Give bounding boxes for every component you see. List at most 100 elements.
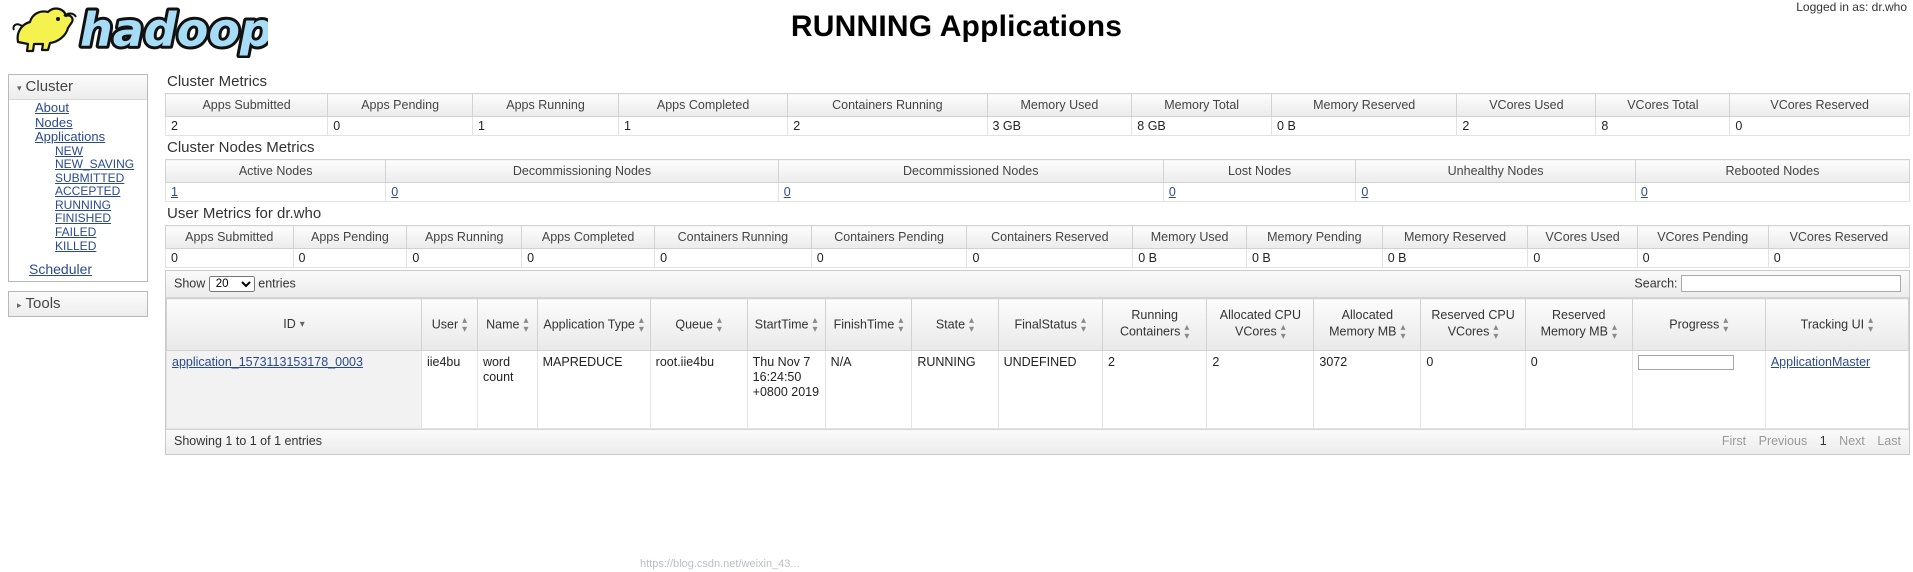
val-unhealthy-nodes-cell: 0 bbox=[1355, 182, 1636, 202]
sidebar-item-running[interactable]: RUNNING bbox=[9, 198, 147, 213]
col-application-type[interactable]: Application Type ▴ ▾ bbox=[536, 298, 651, 351]
val-vcores-used: 2 bbox=[1456, 116, 1597, 136]
user-metrics-table: Apps Submitted Apps Pending Apps Running… bbox=[165, 225, 1911, 268]
col-progress[interactable]: Progress ▴ ▾ bbox=[1631, 298, 1766, 351]
col-queue[interactable]: Queue ▴ ▾ bbox=[649, 298, 748, 351]
cell-id: application_1573113153178_0003 bbox=[166, 350, 422, 429]
col-containers-running: Containers Running bbox=[787, 93, 988, 117]
sidebar-item-about[interactable]: About bbox=[9, 100, 147, 116]
node-metrics-title: Cluster Nodes Metrics bbox=[167, 139, 315, 156]
val-vcores-reserved: 0 bbox=[1729, 116, 1910, 136]
sidebar-item-nodes[interactable]: Nodes bbox=[9, 115, 147, 131]
sort-icon: ▴ ▾ bbox=[638, 314, 644, 335]
col-tracking-ui[interactable]: Tracking UI ▴ ▾ bbox=[1764, 298, 1910, 351]
pagination: First Previous 1 Next Last bbox=[1713, 434, 1901, 448]
entries-info: Showing 1 to 1 of 1 entries bbox=[174, 434, 323, 448]
val-user-vcores-pending: 0 bbox=[1636, 248, 1769, 268]
col-finishtime[interactable]: FinishTime ▴ ▾ bbox=[824, 298, 913, 351]
node-metrics-table: Active Nodes Decommissioning Nodes Decom… bbox=[164, 159, 1911, 202]
col-reserved-memory-mb-label: Reserved Memory MB bbox=[1540, 308, 1608, 339]
val-memory-total: 8 GB bbox=[1131, 116, 1273, 136]
col-allocated-cpu-vcores[interactable]: Allocated CPU VCores ▴ ▾ bbox=[1206, 298, 1315, 351]
table-header-row: Apps Submitted Apps Pending Apps Running… bbox=[165, 225, 1911, 249]
sidebar-item-scheduler[interactable]: Scheduler bbox=[9, 262, 147, 277]
sort-icon: ▴ ▾ bbox=[1184, 322, 1190, 342]
sidebar-item-failed[interactable]: FAILED bbox=[9, 225, 147, 240]
link-lost-nodes[interactable]: 0 bbox=[1169, 185, 1176, 199]
col-starttime[interactable]: StartTime ▴ ▾ bbox=[746, 298, 826, 351]
sidebar-tools-header[interactable]: ▸ Tools bbox=[9, 291, 147, 316]
sidebar-item-killed[interactable]: KILLED bbox=[9, 239, 147, 254]
pagination-next[interactable]: Next bbox=[1839, 434, 1865, 448]
val-user-memory-used: 0 B bbox=[1132, 248, 1247, 268]
chevron-down-icon: ▾ bbox=[17, 83, 22, 93]
sidebar-section-tools: ▸ Tools bbox=[8, 290, 148, 317]
sidebar-item-new-saving[interactable]: NEW_SAVING bbox=[9, 157, 147, 172]
col-apps-submitted: Apps Submitted bbox=[164, 93, 329, 117]
sidebar-item-submitted[interactable]: SUBMITTED bbox=[9, 171, 147, 186]
col-reserved-memory-mb[interactable]: Reserved Memory MB ▴ ▾ bbox=[1524, 298, 1633, 351]
pagination-previous[interactable]: Previous bbox=[1759, 434, 1808, 448]
col-apps-completed: Apps Completed bbox=[618, 93, 789, 117]
col-active-nodes: Active Nodes bbox=[164, 159, 387, 183]
pagination-last[interactable]: Last bbox=[1877, 434, 1901, 448]
entries-label: entries bbox=[258, 276, 296, 291]
link-active-nodes[interactable]: 1 bbox=[171, 185, 178, 199]
col-vcores-total: VCores Total bbox=[1595, 93, 1731, 117]
col-reserved-cpu-vcores[interactable]: Reserved CPU VCores ▴ ▾ bbox=[1420, 298, 1526, 351]
pagination-page-1[interactable]: 1 bbox=[1820, 434, 1827, 448]
sort-icon: ▴ ▾ bbox=[1868, 314, 1874, 335]
sidebar-item-new[interactable]: NEW bbox=[9, 144, 147, 159]
search-input[interactable] bbox=[1681, 275, 1901, 292]
col-finishtime-label: FinishTime bbox=[833, 316, 895, 331]
sort-icon: ▴ ▾ bbox=[1611, 322, 1617, 342]
col-apps-pending: Apps Pending bbox=[327, 93, 474, 117]
col-tracking-ui-label: Tracking UI bbox=[1800, 316, 1865, 331]
col-user-containers-reserved: Containers Reserved bbox=[966, 225, 1134, 249]
val-user-apps-completed: 0 bbox=[521, 248, 656, 268]
sidebar-section-cluster: ▾ Cluster About Nodes Applications NEW NE… bbox=[8, 74, 148, 282]
sort-desc-icon: ▾ bbox=[299, 319, 305, 331]
link-rebooted-nodes[interactable]: 0 bbox=[1641, 185, 1648, 199]
sidebar-item-finished[interactable]: FINISHED bbox=[9, 212, 147, 226]
col-unhealthy-nodes: Unhealthy Nodes bbox=[1355, 159, 1636, 183]
sort-icon: ▴ ▾ bbox=[523, 314, 529, 335]
val-lost-nodes-cell: 0 bbox=[1162, 182, 1357, 202]
link-decommissioning-nodes[interactable]: 0 bbox=[391, 185, 398, 199]
col-name[interactable]: Name ▴ ▾ bbox=[476, 298, 538, 351]
col-id[interactable]: ID ▾ bbox=[166, 298, 422, 351]
col-vcores-used: VCores Used bbox=[1456, 93, 1597, 117]
val-user-vcores-used: 0 bbox=[1527, 248, 1638, 268]
col-allocated-memory-mb[interactable]: Allocated Memory MB ▴ ▾ bbox=[1313, 298, 1422, 351]
applications-datatable: Show 20406080100 entries Search: ID▾ Use… bbox=[165, 270, 1910, 455]
sidebar-item-applications[interactable]: Applications bbox=[9, 129, 147, 145]
application-id-link[interactable]: application_1573113153178_0003 bbox=[172, 355, 363, 369]
search-control: Search: bbox=[1634, 275, 1901, 292]
val-vcores-total: 8 bbox=[1595, 116, 1731, 136]
sidebar-cluster-label: Cluster bbox=[25, 78, 74, 95]
col-user-memory-pending: Memory Pending bbox=[1246, 225, 1383, 249]
sort-icon: ▴ ▾ bbox=[1723, 314, 1729, 335]
cell-allocated-memory-mb: 3072 bbox=[1313, 350, 1422, 429]
sort-icon: ▴ ▾ bbox=[898, 314, 904, 335]
col-running-containers[interactable]: Running Containers ▴ ▾ bbox=[1101, 298, 1208, 351]
col-memory-total: Memory Total bbox=[1131, 93, 1273, 117]
pagination-first[interactable]: First bbox=[1722, 434, 1746, 448]
cell-state: RUNNING bbox=[911, 350, 999, 429]
sort-icon: ▴ ▾ bbox=[1400, 322, 1406, 342]
col-user-vcores-used: VCores Used bbox=[1527, 225, 1638, 249]
col-user[interactable]: User ▴ ▾ bbox=[420, 298, 478, 351]
entries-select[interactable]: 20406080100 bbox=[208, 276, 255, 292]
col-state[interactable]: State ▴ ▾ bbox=[911, 298, 999, 351]
link-unhealthy-nodes[interactable]: 0 bbox=[1361, 185, 1368, 199]
link-decommissioned-nodes[interactable]: 0 bbox=[784, 185, 791, 199]
col-finalstatus[interactable]: FinalStatus ▴ ▾ bbox=[997, 298, 1103, 351]
col-user-apps-pending: Apps Pending bbox=[292, 225, 408, 249]
application-master-link[interactable]: ApplicationMaster bbox=[1771, 355, 1870, 369]
sidebar-cluster-header[interactable]: ▾ Cluster bbox=[9, 75, 147, 100]
val-user-memory-reserved: 0 B bbox=[1381, 248, 1529, 268]
cell-application-type: MAPREDUCE bbox=[536, 350, 651, 429]
sidebar-item-accepted[interactable]: ACCEPTED bbox=[9, 185, 147, 199]
val-decommissioned-nodes-cell: 0 bbox=[777, 182, 1164, 202]
col-user-apps-completed: Apps Completed bbox=[521, 225, 656, 249]
